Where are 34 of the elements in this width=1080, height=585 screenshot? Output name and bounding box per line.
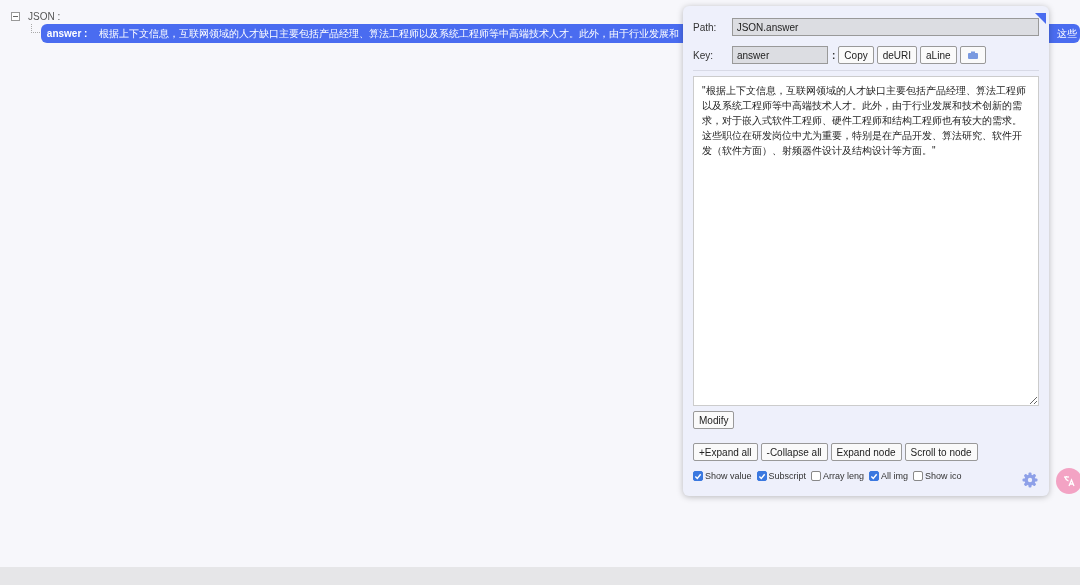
tree-action-button[interactable]: Expand node <box>830 443 902 461</box>
option-checkbox[interactable] <box>869 471 880 481</box>
node-value: 根据上下文信息，互联网领域的人才缺口主要包括产品经理、算法工程师以及系统工程师等中高端技术人才。此外，由于行业发展和 <box>99 26 680 41</box>
clipboard-button[interactable] <box>959 46 986 64</box>
key-field[interactable]: answer <box>732 46 828 64</box>
node-label[interactable]: JSON : <box>28 10 61 22</box>
tree-action-button[interactable]: +Expand all <box>693 443 758 461</box>
option-checkbox[interactable] <box>811 471 822 481</box>
key-action-button[interactable]: Copy <box>838 46 874 64</box>
modify-button[interactable]: Modify <box>693 411 735 429</box>
node-key: answer : <box>46 28 88 39</box>
option-label: All img <box>881 471 909 481</box>
translate-icon <box>1063 475 1075 487</box>
option-checkbox[interactable] <box>693 471 703 481</box>
node-value: 这些 <box>1057 26 1077 41</box>
option-checkbox[interactable] <box>756 471 767 481</box>
corner-triangle-icon[interactable] <box>1035 13 1046 24</box>
tree-action-button[interactable]: Scroll to node <box>904 443 978 461</box>
option-label: Subscript <box>768 471 807 481</box>
key-label: Key: <box>693 49 714 61</box>
tree-action-button[interactable]: -Collapse all <box>760 443 828 461</box>
clipboard-icon <box>966 50 979 60</box>
collapse-toggle-icon[interactable] <box>11 11 20 21</box>
value-textarea[interactable]: "根据上下文信息，互联网领域的人才缺口主要包括产品经理、算法工程师以及系统工程师等中高端技术人才。此外，由于行业发展和技术创新的需求，对于嵌入式软件工程师、硬件工程师和结构工程师也有较大的需求。这些职位在研发岗位中尤为重要，特别是在产品开发、算法研究、软件开发（软件方面）、射频器件设计及结构设计等方面。" <box>693 76 1039 406</box>
key-action-button[interactable]: deURI <box>876 46 918 64</box>
option-label: Show ico <box>925 471 962 481</box>
option-label: Show value <box>705 471 752 481</box>
option-label: Array leng <box>823 471 865 481</box>
key-action-button[interactable]: aLine <box>920 46 957 64</box>
path-field[interactable]: JSON.answer <box>731 18 1039 36</box>
colon-text: : <box>832 49 836 61</box>
path-label: Path: <box>693 21 718 33</box>
option-checkbox[interactable] <box>913 471 924 481</box>
settings-icon[interactable] <box>1022 472 1038 488</box>
